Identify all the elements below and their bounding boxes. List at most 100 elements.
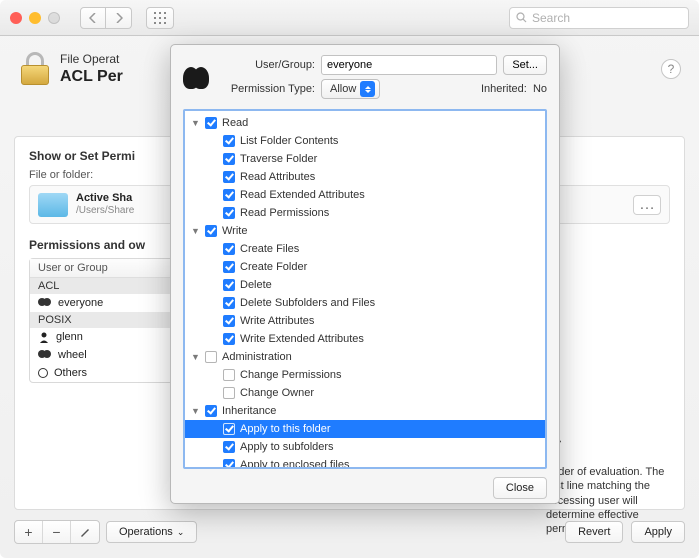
checkbox[interactable] (223, 261, 235, 273)
close-button[interactable]: Close (493, 477, 547, 499)
checkbox[interactable] (205, 225, 217, 237)
group-icon (38, 350, 52, 360)
tree-label: Delete Subfolders and Files (240, 297, 375, 309)
show-all-button[interactable] (146, 7, 174, 29)
tree-row[interactable]: Read Attributes (185, 168, 545, 186)
disclosure-icon[interactable]: ▼ (191, 118, 200, 128)
minimize-window-icon[interactable] (29, 12, 41, 24)
checkbox[interactable] (223, 189, 235, 201)
tree-row[interactable]: Change Owner (185, 384, 545, 402)
tree-label: Delete (240, 279, 272, 291)
list-item[interactable]: wheel (30, 346, 178, 364)
tree-row[interactable]: Create Files (185, 240, 545, 258)
revert-button[interactable]: Revert (565, 521, 623, 543)
tree-label: Write (222, 225, 247, 237)
remove-button[interactable]: − (43, 521, 71, 543)
checkbox[interactable] (223, 207, 235, 219)
tree-label: Apply to subfolders (240, 441, 334, 453)
disclosure-icon[interactable]: ▼ (191, 226, 200, 236)
checkbox[interactable] (223, 387, 235, 399)
down-arrow-icon: ↓ (546, 407, 666, 459)
checkbox[interactable] (223, 459, 235, 469)
group-icon (38, 298, 52, 308)
checkbox[interactable] (205, 117, 217, 129)
close-window-icon[interactable] (10, 12, 22, 24)
edit-button[interactable] (71, 521, 99, 543)
info-panel: ↓ Order of evaluation. The first line ma… (546, 407, 666, 536)
disclosure-icon[interactable]: ▼ (191, 406, 200, 416)
permissions-list[interactable]: User or Group ACL everyone POSIX glenn w… (29, 258, 179, 383)
checkbox[interactable] (223, 279, 235, 291)
tree-row[interactable]: Change Permissions (185, 366, 545, 384)
checkbox[interactable] (223, 171, 235, 183)
tree-label: Write Extended Attributes (240, 333, 364, 345)
forward-button[interactable] (106, 7, 132, 29)
tree-row[interactable]: Delete Subfolders and Files (185, 294, 545, 312)
checkbox[interactable] (223, 153, 235, 165)
permission-tree[interactable]: ▼ Read List Folder Contents Traverse Folder… (183, 109, 547, 469)
checkbox[interactable] (223, 315, 235, 327)
tree-row[interactable]: Apply to enclosed files (185, 456, 545, 469)
disclosure-icon[interactable]: ▼ (191, 352, 200, 362)
help-button[interactable]: ? (661, 59, 681, 79)
tree-label: Change Owner (240, 387, 314, 399)
window-controls (10, 12, 60, 24)
apply-button[interactable]: Apply (631, 521, 685, 543)
checkbox[interactable] (205, 351, 217, 363)
inherited-label: Inherited: No (481, 83, 547, 95)
updown-icon (360, 81, 375, 97)
header-title: ACL Per (60, 67, 123, 86)
checkbox[interactable] (223, 333, 235, 345)
section-acl: ACL (30, 278, 178, 294)
user-icon (38, 331, 50, 343)
tree-row[interactable]: Write Extended Attributes (185, 330, 545, 348)
checkbox[interactable] (205, 405, 217, 417)
browse-button[interactable]: … (633, 195, 661, 215)
checkbox[interactable] (223, 243, 235, 255)
add-button[interactable]: + (15, 521, 43, 543)
tree-row[interactable]: ▼ Write (185, 222, 545, 240)
list-item[interactable]: everyone (30, 294, 178, 312)
operations-menu[interactable]: Operations⌄ (106, 521, 197, 543)
checkbox[interactable] (223, 135, 235, 147)
list-item[interactable]: Others (30, 364, 178, 382)
tree-row[interactable]: Delete (185, 276, 545, 294)
tree-row[interactable]: ▼ Administration (185, 348, 545, 366)
acl-edit-sheet: User/Group: Set... Permission Type: Allo… (170, 44, 560, 504)
tree-label: List Folder Contents (240, 135, 338, 147)
back-button[interactable] (80, 7, 106, 29)
tree-label: Write Attributes (240, 315, 314, 327)
nav-back-forward (80, 7, 132, 29)
tree-row[interactable]: Create Folder (185, 258, 545, 276)
tree-row[interactable]: ▼ Read (185, 114, 545, 132)
tree-label: Read Attributes (240, 171, 315, 183)
permission-type-label: Permission Type: (219, 83, 315, 95)
tree-row[interactable]: Read Permissions (185, 204, 545, 222)
tree-label: Create Folder (240, 261, 307, 273)
checkbox[interactable] (223, 369, 235, 381)
set-button[interactable]: Set... (503, 55, 547, 75)
tree-row[interactable]: Apply to subfolders (185, 438, 545, 456)
search-input[interactable]: Search (509, 7, 689, 29)
user-group-input[interactable] (321, 55, 497, 75)
tree-row[interactable]: Write Attributes (185, 312, 545, 330)
checkbox[interactable] (223, 297, 235, 309)
tree-label: Administration (222, 351, 292, 363)
tree-label: Read Extended Attributes (240, 189, 365, 201)
tree-label: Inheritance (222, 405, 276, 417)
add-remove-edit-group: + − (14, 520, 100, 544)
checkbox[interactable] (223, 441, 235, 453)
folder-icon (38, 193, 68, 217)
tree-row[interactable]: ▼ Inheritance (185, 402, 545, 420)
tree-row[interactable]: Apply to this folder (185, 420, 545, 438)
tree-row[interactable]: List Folder Contents (185, 132, 545, 150)
checkbox[interactable] (223, 423, 235, 435)
tree-label: Apply to enclosed files (240, 459, 349, 469)
bottom-toolbar: + − Operations⌄ Revert Apply (14, 520, 685, 544)
file-name: Active Sha (76, 192, 134, 205)
permission-type-select[interactable]: Allow (321, 79, 380, 99)
tree-label: Read (222, 117, 248, 129)
tree-row[interactable]: Traverse Folder (185, 150, 545, 168)
list-item[interactable]: glenn (30, 328, 178, 346)
tree-row[interactable]: Read Extended Attributes (185, 186, 545, 204)
